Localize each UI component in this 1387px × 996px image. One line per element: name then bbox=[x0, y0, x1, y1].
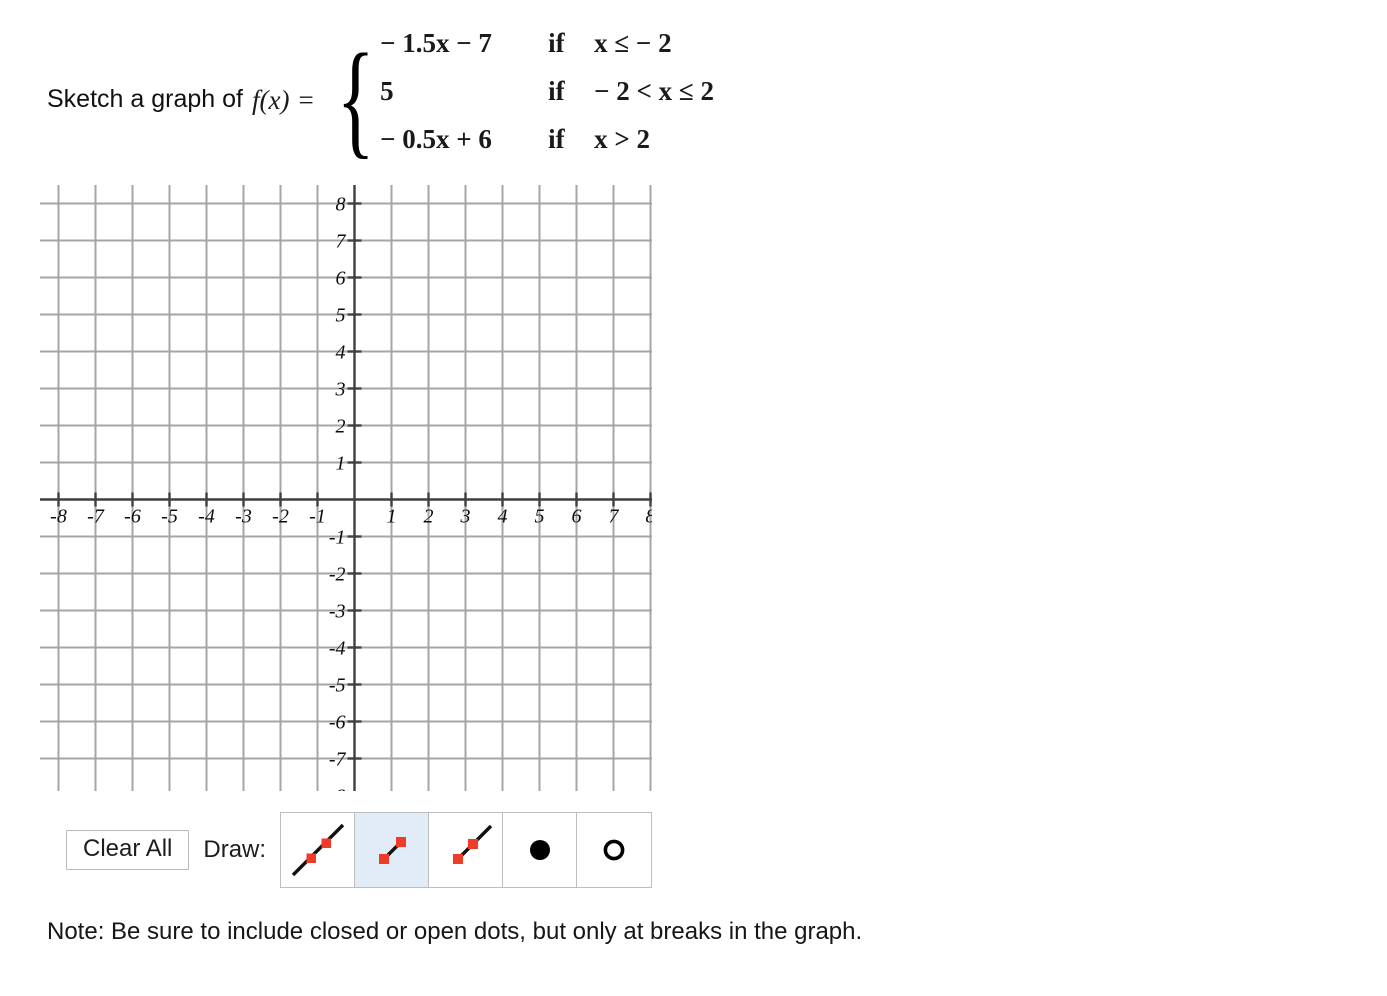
x-tick-label: -1 bbox=[309, 506, 326, 528]
y-tick-label: 6 bbox=[336, 268, 346, 290]
case-if-keyword: if bbox=[548, 76, 565, 106]
y-tick-label: -1 bbox=[329, 527, 346, 549]
instruction-note: Note: Be sure to include closed or open … bbox=[47, 918, 863, 945]
equals-sign: = bbox=[298, 84, 314, 115]
x-tick-label: 2 bbox=[424, 506, 434, 528]
question-prompt: Sketch a graph of f(x) = { − 1.5x − 7 if… bbox=[47, 28, 714, 172]
drawing-toolbar[interactable]: Clear All Draw: bbox=[66, 812, 653, 888]
x-tick-label: 4 bbox=[498, 506, 508, 528]
graph-canvas[interactable]: -8 -7 -6 -5 -4 -3 -2 -1 1 2 3 4 5 6 7 8 8 7 6 5 4 3 2 1 -1 -2 -3 -4… bbox=[40, 185, 652, 791]
case-expression: − 1.5x − 7 bbox=[380, 28, 492, 58]
tool-button-group[interactable] bbox=[280, 812, 653, 888]
gridlines bbox=[40, 185, 652, 791]
open-dot-icon bbox=[603, 839, 625, 861]
y-tick-label: -8 bbox=[329, 786, 346, 792]
y-tick-label: 3 bbox=[335, 379, 346, 401]
case-condition: − 2 < x ≤ 2 bbox=[594, 76, 714, 106]
closed-dot-tool-button[interactable] bbox=[503, 813, 578, 887]
x-tick-label: -3 bbox=[235, 506, 252, 528]
ray-icon bbox=[452, 824, 492, 864]
piecewise-case-row: 5 if − 2 < x ≤ 2 bbox=[380, 76, 714, 124]
y-tick-label: 1 bbox=[336, 453, 346, 475]
x-tick-label: 1 bbox=[387, 506, 397, 528]
x-tick-label: -7 bbox=[87, 506, 105, 528]
case-if-keyword: if bbox=[548, 28, 565, 58]
draw-label: Draw: bbox=[203, 836, 267, 863]
axis-tick-labels: -8 -7 -6 -5 -4 -3 -2 -1 1 2 3 4 5 6 7 8 8 7 6 5 4 3 2 1 -1 -2 -3 -4… bbox=[50, 194, 652, 792]
x-tick-label: -6 bbox=[124, 506, 141, 528]
piecewise-case-row: − 0.5x + 6 if x > 2 bbox=[380, 124, 714, 172]
x-tick-label: 3 bbox=[460, 506, 471, 528]
x-tick-label: -8 bbox=[50, 506, 67, 528]
piecewise-brace: { bbox=[336, 28, 375, 171]
open-dot-tool-button[interactable] bbox=[577, 813, 652, 887]
prompt-text: Sketch a graph of bbox=[47, 84, 243, 113]
clear-all-button[interactable]: Clear All bbox=[66, 830, 190, 870]
line-icon bbox=[291, 823, 344, 877]
piecewise-cases: − 1.5x − 7 if x ≤ − 2 5 if − 2 < x ≤ 2 −… bbox=[380, 28, 714, 172]
case-expression: 5 bbox=[380, 76, 394, 106]
y-tick-label: -3 bbox=[329, 601, 346, 623]
y-tick-label: 4 bbox=[336, 342, 346, 364]
y-tick-label: -6 bbox=[329, 712, 346, 734]
x-tick-label: -2 bbox=[272, 506, 289, 528]
x-tick-label: -4 bbox=[198, 506, 215, 528]
x-tick-label: -5 bbox=[161, 506, 178, 528]
closed-dot-icon bbox=[529, 840, 550, 860]
case-condition: x > 2 bbox=[594, 124, 650, 154]
y-tick-label: -2 bbox=[329, 564, 346, 586]
y-tick-label: -4 bbox=[329, 638, 346, 660]
function-label: f(x) bbox=[251, 84, 290, 115]
y-tick-label: 8 bbox=[336, 194, 346, 216]
case-if-keyword: if bbox=[548, 124, 565, 154]
y-tick-label: 7 bbox=[336, 231, 347, 253]
piecewise-definition: { − 1.5x − 7 if x ≤ − 2 5 if − 2 < x ≤ 2… bbox=[325, 28, 714, 172]
y-tick-label: -5 bbox=[329, 675, 346, 697]
coordinate-grid[interactable]: -8 -7 -6 -5 -4 -3 -2 -1 1 2 3 4 5 6 7 8 8 7 6 5 4 3 2 1 -1 -2 -3 -4… bbox=[40, 185, 652, 791]
piecewise-case-row: − 1.5x − 7 if x ≤ − 2 bbox=[380, 28, 714, 76]
segment-tool-button[interactable] bbox=[355, 813, 430, 887]
case-expression: − 0.5x + 6 bbox=[380, 124, 492, 154]
segment-icon bbox=[378, 837, 406, 864]
x-tick-label: 6 bbox=[572, 506, 582, 528]
line-tool-button[interactable] bbox=[281, 813, 356, 887]
x-tick-label: 7 bbox=[609, 506, 620, 528]
ray-tool-button[interactable] bbox=[429, 813, 504, 887]
x-tick-label: 8 bbox=[646, 506, 653, 528]
x-tick-label: 5 bbox=[535, 506, 545, 528]
y-tick-label: 5 bbox=[336, 305, 346, 327]
y-tick-label: -7 bbox=[329, 749, 347, 771]
case-condition: x ≤ − 2 bbox=[594, 28, 672, 58]
y-tick-label: 2 bbox=[336, 416, 346, 438]
